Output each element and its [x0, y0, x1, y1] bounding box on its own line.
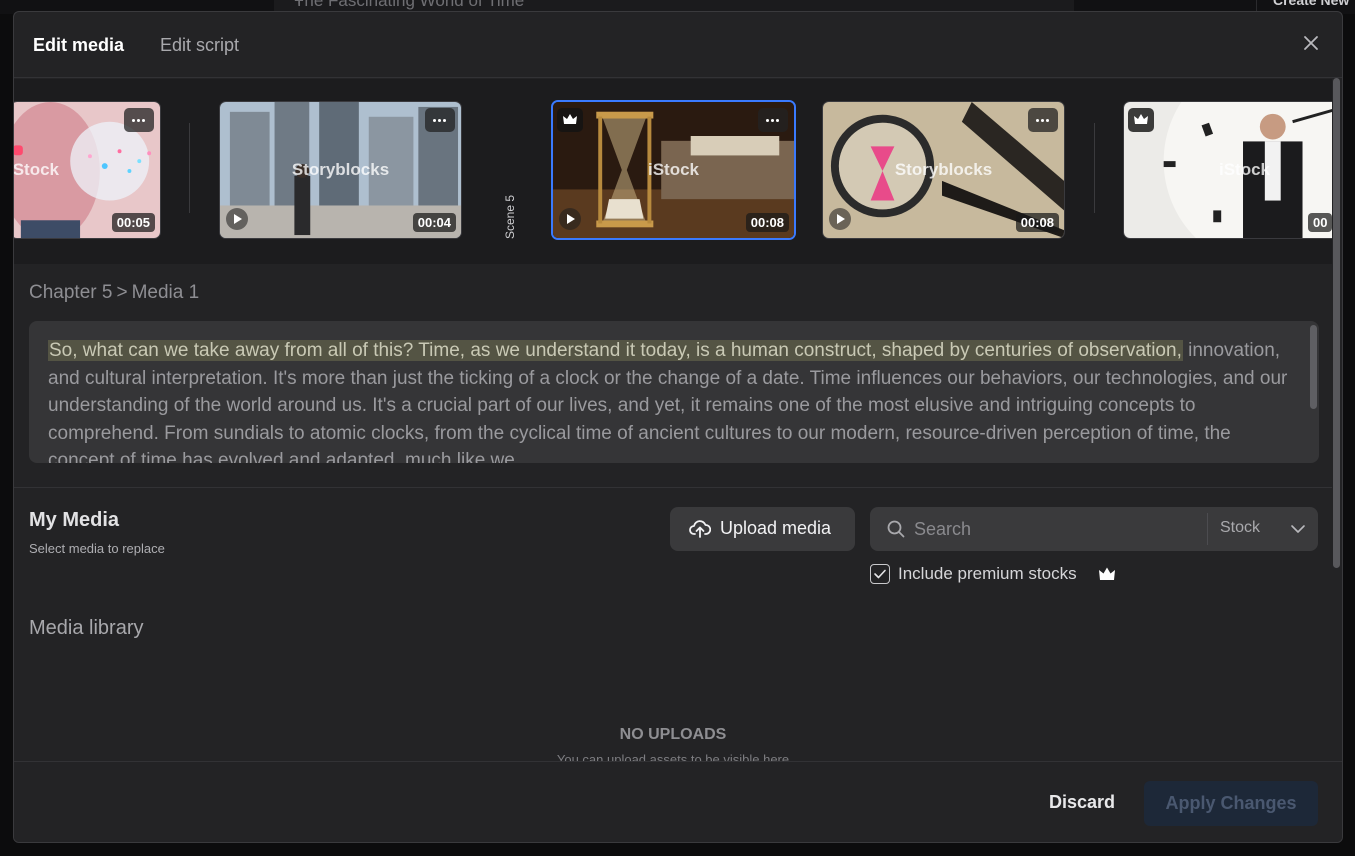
- media-strip[interactable]: iStock 00:05 Storyblocks 00:: [14, 79, 1332, 264]
- breadcrumb-chapter[interactable]: Chapter 5: [29, 282, 112, 303]
- stock-search: Stock: [870, 507, 1318, 551]
- more-options-button[interactable]: [124, 108, 154, 132]
- cloud-upload-icon: [689, 520, 711, 538]
- upload-media-button[interactable]: Upload media: [670, 507, 855, 551]
- scene-divider: [189, 123, 190, 213]
- crown-icon: [1134, 114, 1148, 124]
- close-icon: [1304, 36, 1318, 50]
- breadcrumb-media: Media 1: [131, 282, 200, 303]
- highlighted-segment: So, what can we take away from all of th…: [48, 340, 1183, 361]
- watermark-label: Storyblocks: [291, 160, 390, 179]
- close-button[interactable]: [1302, 34, 1320, 52]
- play-button[interactable]: [829, 208, 851, 230]
- tab-edit-media[interactable]: Edit media: [33, 35, 124, 56]
- duration-badge: 00:05: [111, 213, 155, 232]
- script-scrollbar[interactable]: [1310, 325, 1317, 409]
- project-title: The Fascinating World of Time: [294, 0, 525, 10]
- play-icon: [234, 214, 242, 224]
- my-media-title: My Media: [29, 509, 120, 531]
- play-icon: [837, 214, 845, 224]
- watermark-label: iStock: [1218, 160, 1271, 179]
- more-options-button[interactable]: [425, 108, 455, 132]
- media-thumbnail[interactable]: Storyblocks 00:08: [822, 101, 1065, 239]
- duration-badge: 00:08: [1015, 213, 1059, 232]
- search-divider: [1207, 513, 1208, 545]
- crown-icon: [563, 114, 577, 124]
- watermark-label: Storyblocks: [894, 160, 993, 179]
- media-thumbnail[interactable]: iStock 00: [1123, 101, 1332, 239]
- play-icon: [567, 214, 575, 224]
- media-thumbnail[interactable]: Storyblocks 00:04: [219, 101, 462, 239]
- watermark-label: iStock: [14, 160, 60, 179]
- discard-button[interactable]: Discard: [1049, 792, 1115, 813]
- premium-badge: [557, 108, 583, 132]
- edit-media-modal: Edit media Edit script iStock 00:05: [13, 11, 1343, 843]
- my-media-subtitle: Select media to replace: [29, 541, 165, 556]
- script-text: So, what can we take away from all of th…: [48, 337, 1298, 463]
- plus-icon: +: [294, 0, 304, 10]
- include-premium-label: Include premium stocks: [898, 564, 1077, 583]
- breadcrumb: Chapter 5 > Media 1: [29, 282, 199, 304]
- more-options-button[interactable]: [758, 108, 788, 132]
- scene-label: Scene 5: [503, 194, 517, 239]
- scene-divider: [1094, 123, 1095, 213]
- search-icon: [887, 520, 905, 538]
- breadcrumb-separator: >: [116, 282, 128, 303]
- script-text-box[interactable]: So, what can we take away from all of th…: [29, 321, 1319, 463]
- section-divider: [14, 487, 1332, 488]
- premium-badge: [1128, 108, 1154, 132]
- tab-edit-script[interactable]: Edit script: [160, 35, 239, 56]
- media-thumbnail-selected[interactable]: iStock 00:08: [551, 100, 796, 240]
- upload-media-label: Upload media: [720, 518, 832, 538]
- include-premium-checkbox[interactable]: [870, 564, 890, 584]
- search-input[interactable]: [914, 516, 1194, 542]
- empty-state-title: NO UPLOADS: [619, 726, 727, 743]
- create-new-label: Create New: [1273, 0, 1350, 8]
- watermark-label: iStock: [647, 160, 700, 179]
- duration-badge: 00:08: [745, 213, 789, 232]
- play-button[interactable]: [226, 208, 248, 230]
- source-select-value[interactable]: Stock: [1220, 519, 1260, 537]
- chevron-down-icon[interactable]: [1290, 521, 1306, 537]
- modal-footer: Discard Apply Changes: [14, 761, 1342, 842]
- more-options-button[interactable]: [1028, 108, 1058, 132]
- media-library-title: Media library: [29, 617, 144, 639]
- modal-header: Edit media Edit script: [14, 12, 1342, 78]
- apply-changes-button[interactable]: Apply Changes: [1144, 781, 1318, 826]
- duration-badge: 00:04: [412, 213, 456, 232]
- checkmark-icon: [874, 569, 886, 579]
- crown-icon: [1099, 567, 1115, 580]
- scrollbar-thumb[interactable]: [1333, 78, 1340, 568]
- play-button[interactable]: [559, 208, 581, 230]
- media-thumbnail[interactable]: iStock 00:05: [14, 101, 161, 239]
- duration-badge: 00: [1308, 213, 1332, 232]
- modal-scrollbar[interactable]: [1332, 78, 1341, 568]
